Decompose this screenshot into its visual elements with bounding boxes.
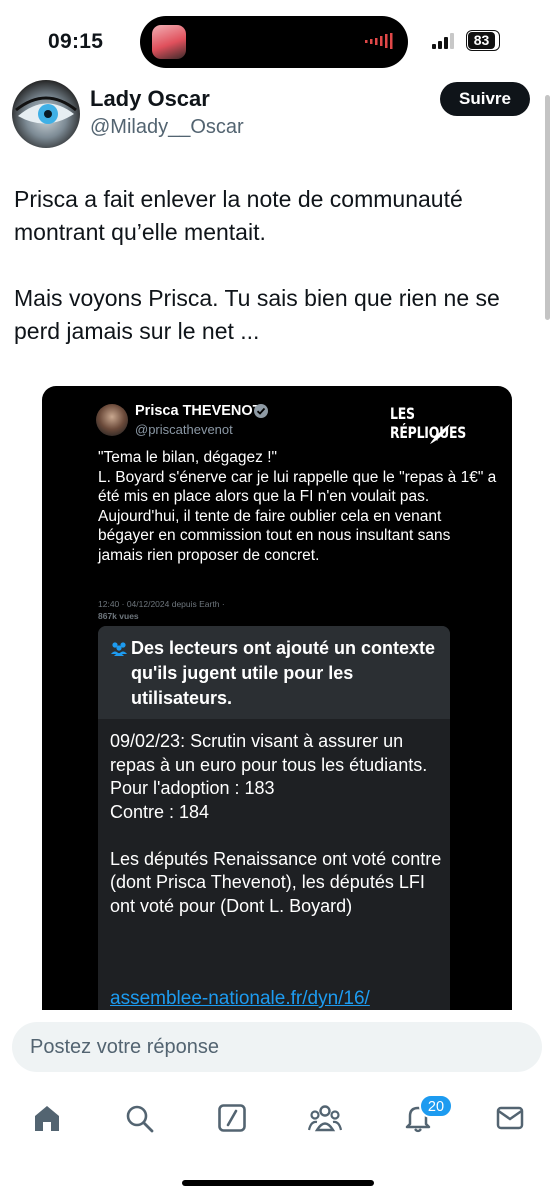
cellular-signal-icon [432, 33, 454, 49]
community-note-title: Des lecteurs ont ajouté un contexte qu'i… [131, 638, 436, 708]
live-activity-avatar [152, 25, 186, 59]
embedded-tweet-text: "Tema le bilan, dégagez !" L. Boyard s'é… [98, 449, 497, 564]
author-avatar[interactable] [12, 80, 80, 148]
home-indicator[interactable] [182, 1180, 374, 1186]
author-handle[interactable]: @Milady__Oscar [90, 116, 244, 139]
tweet-media-image[interactable]: Prisca THEVENOT @priscathevenot LES RÉPL… [42, 386, 512, 1026]
author-name[interactable]: Lady Oscar [90, 86, 210, 112]
scrollbar[interactable] [545, 95, 550, 320]
audio-wave-icon [365, 33, 393, 49]
community-note: Des lecteurs ont ajouté un contexte qu'i… [98, 626, 450, 1026]
embedded-author-handle: @priscathevenot [135, 422, 233, 437]
battery-level: 83 [468, 32, 495, 49]
reply-input[interactable]: Postez votre réponse [12, 1022, 542, 1072]
embedded-views: 867k vues [98, 611, 139, 621]
eye-image [15, 96, 77, 124]
embedded-author-name: Prisca THEVENOT [135, 403, 262, 419]
notifications-badge: 20 [419, 1094, 453, 1118]
embedded-timestamp: 12:40 · 04/12/2024 depuis Earth · [98, 599, 225, 609]
quill-icon [430, 424, 450, 444]
people-icon [111, 642, 127, 656]
messages-icon[interactable] [490, 1098, 530, 1138]
follow-button[interactable]: Suivre [440, 82, 530, 116]
home-icon[interactable] [27, 1098, 67, 1138]
tweet-text: Prisca a fait enlever la note de communa… [14, 183, 544, 348]
grok-icon[interactable] [212, 1098, 252, 1138]
tweet-paragraph-2: Mais voyons Prisca. Tu sais bien que rie… [14, 285, 500, 344]
communities-icon[interactable] [305, 1098, 345, 1138]
search-icon[interactable] [119, 1098, 159, 1138]
community-note-link: assemblee-nationale.fr/dyn/16/ [110, 988, 370, 1009]
battery-icon: 83 [466, 30, 500, 51]
community-note-body: 09/02/23: Scrutin visant à assurer un re… [110, 731, 442, 916]
verified-badge-icon [254, 404, 268, 418]
status-time: 09:15 [48, 30, 104, 53]
community-note-header: Des lecteurs ont ajouté un contexte qu'i… [98, 626, 450, 719]
embedded-avatar [96, 404, 128, 436]
tweet-paragraph-1: Prisca a fait enlever la note de communa… [14, 186, 463, 245]
